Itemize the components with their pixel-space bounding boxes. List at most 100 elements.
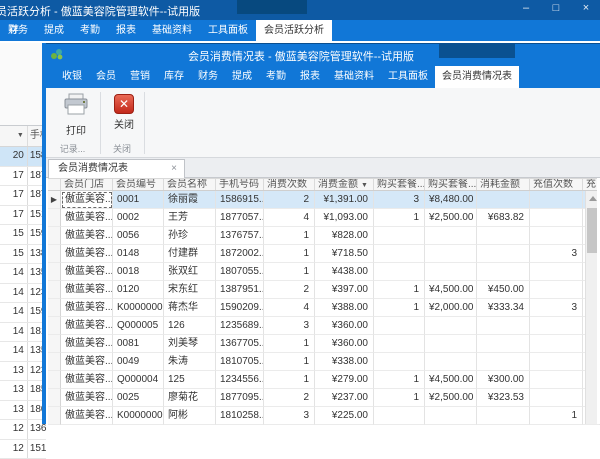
table-row[interactable]: 傲蓝美容...Q0000041251234556...1¥279.001¥4,5…	[48, 371, 600, 389]
active-menu-tab[interactable]: 会员消费情况表	[435, 66, 519, 88]
document-tab-active[interactable]: 会员消费情况表 ×	[48, 159, 185, 178]
row-indicator-cell	[48, 353, 61, 371]
cell	[530, 353, 583, 371]
close-button-label: 关闭	[103, 116, 145, 131]
child-menubar: 收银会员营销库存财务提成考勤报表基础资料工具面板会员消费情况表	[46, 66, 600, 88]
menu-item[interactable]: 会员	[89, 66, 123, 88]
print-button[interactable]: 打印	[55, 91, 97, 137]
table-row[interactable]: 1515975	[0, 225, 46, 245]
table-row[interactable]: 傲蓝美容...0056孙珍1376757...1¥828.00	[48, 227, 600, 245]
cell: ¥300.00	[477, 371, 530, 389]
table-row[interactable]: 1513879	[0, 245, 46, 265]
table-row[interactable]: 1412356	[0, 284, 46, 304]
document-tabstrip: 会员消费情况表 ×	[46, 158, 600, 178]
active-menu-tab[interactable]: 会员活跃分析	[256, 20, 332, 43]
column-header[interactable]: 会员编号	[113, 179, 164, 190]
menu-item[interactable]: 工具面板	[200, 20, 256, 43]
cell: 17	[0, 186, 28, 205]
column-header[interactable]: 手机号码	[216, 179, 264, 190]
table-row[interactable]: 傲蓝美容...0120宋东红1387951...2¥397.001¥4,500.…	[48, 281, 600, 299]
table-row[interactable]: 1213600	[0, 420, 46, 440]
column-header[interactable]: 消费次数	[264, 179, 315, 190]
ribbon-group-caption-records: 记录...	[46, 142, 99, 155]
close-window-button[interactable]: ×	[578, 0, 594, 18]
table-row[interactable]: 1312345	[0, 362, 46, 382]
cell: 125	[164, 371, 216, 389]
cell	[374, 353, 425, 371]
cell: 15	[0, 245, 28, 264]
cell: 1	[264, 263, 315, 281]
table-row[interactable]: 傲蓝美容...0002王芳1877057...4¥1,093.001¥2,500…	[48, 209, 600, 227]
maximize-button[interactable]: □	[548, 0, 564, 18]
parent-titlebar[interactable]: 员活跃分析 - 傲蓝美容院管理软件--试用版 – □ ×	[0, 0, 600, 20]
cell: 傲蓝美容...	[61, 407, 113, 425]
table-row[interactable]: 1413556	[0, 264, 46, 284]
cell: ¥450.00	[477, 281, 530, 299]
column-header[interactable]: 充值次数	[530, 179, 583, 190]
cell: ¥4,500.00	[425, 281, 477, 299]
cell: 傲蓝美容...	[61, 245, 113, 263]
table-row[interactable]: 1718720	[0, 186, 46, 206]
cell: 付建群	[164, 245, 216, 263]
menu-item[interactable]: 考勤	[259, 66, 293, 88]
column-header[interactable]: 会员门店	[61, 179, 113, 190]
column-header[interactable]: 会员名称	[164, 179, 216, 190]
table-row[interactable]: ▶傲蓝美容...0001徐丽霞1586915...2¥1,391.003¥8,4…	[48, 191, 600, 209]
table-row[interactable]: 傲蓝美容...0148付建群1872002...1¥718.503	[48, 245, 600, 263]
column-header[interactable]: 消耗金额	[477, 179, 530, 190]
table-row[interactable]: 傲蓝美容...K00000001阿彬1810258...3¥225.001	[48, 407, 600, 425]
table-row[interactable]: 傲蓝美容...0081刘美琴1367705...1¥360.00	[48, 335, 600, 353]
column-header[interactable]: 购买套餐...	[374, 179, 425, 190]
cell: 2	[264, 191, 315, 209]
cell: 2	[264, 389, 315, 407]
cell: ¥1,391.00	[315, 191, 374, 209]
column-header[interactable]: 消费金额▼	[315, 179, 374, 190]
cell: 1872002...	[216, 245, 264, 263]
table-row[interactable]: 1415902	[0, 303, 46, 323]
cell	[530, 191, 583, 209]
table-row[interactable]: 1718770	[0, 167, 46, 187]
table-row[interactable]: 1318070	[0, 401, 46, 421]
cell: 刘美琴	[164, 335, 216, 353]
cell: ¥338.00	[315, 353, 374, 371]
menu-item[interactable]: 营销	[123, 66, 157, 88]
menu-item[interactable]: 考勤	[72, 20, 108, 43]
tab-close-icon[interactable]: ×	[171, 160, 177, 177]
cell: 1	[374, 299, 425, 317]
cell: ¥2,000.00	[425, 299, 477, 317]
row-indicator-cell	[48, 389, 61, 407]
table-row[interactable]: 傲蓝美容...0025廖菊花1877095...2¥237.001¥2,500.…	[48, 389, 600, 407]
table-row[interactable]: 1318565	[0, 381, 46, 401]
menu-item[interactable]: 报表	[108, 20, 144, 43]
table-row[interactable]: 傲蓝美容...0049朱涛1810705...1¥338.00	[48, 353, 600, 371]
menu-item[interactable]: 报表	[293, 66, 327, 88]
cell	[477, 407, 530, 425]
table-row[interactable]: 傲蓝美容...0018张双红1807055...1¥438.00	[48, 263, 600, 281]
menu-item-partial[interactable]: 存	[9, 20, 19, 42]
column-header[interactable]: 购买套餐...	[425, 179, 477, 190]
scroll-up-arrow-icon[interactable]	[589, 196, 597, 201]
cell: 1376757...	[216, 227, 264, 245]
table-row[interactable]: 1418102	[0, 323, 46, 343]
child-titlebar[interactable]: 会员消费情况表 - 傲蓝美容院管理软件--试用版	[46, 43, 600, 66]
menu-item[interactable]: 提成	[225, 66, 259, 88]
menu-item[interactable]: 基础资料	[327, 66, 381, 88]
close-report-button[interactable]: ✕ 关闭	[103, 91, 145, 137]
menu-item[interactable]: 财务	[191, 66, 225, 88]
ribbon: 打印 记录... ✕ 关闭 关闭	[46, 88, 600, 158]
cell	[374, 263, 425, 281]
table-row[interactable]: 傲蓝美容...K00000002蒋杰华1590209...4¥388.001¥2…	[48, 299, 600, 317]
menu-item[interactable]: 提成	[36, 20, 72, 43]
menu-item[interactable]: 收银	[55, 66, 89, 88]
parent-grid-sort-column-header[interactable]: ▼	[0, 126, 28, 146]
menu-item[interactable]: 工具面板	[381, 66, 435, 88]
table-row[interactable]: 2015869	[0, 147, 46, 167]
table-row[interactable]: 傲蓝美容...Q0000051261235689...3¥360.00	[48, 317, 600, 335]
table-row[interactable]: 1413576	[0, 342, 46, 362]
cell: 17	[0, 167, 28, 186]
menu-item[interactable]: 库存	[157, 66, 191, 88]
minimize-button[interactable]: –	[518, 0, 534, 18]
table-row[interactable]: 1215179	[0, 440, 46, 459]
menu-item[interactable]: 基础资料	[144, 20, 200, 43]
table-row[interactable]: 1715170	[0, 206, 46, 226]
